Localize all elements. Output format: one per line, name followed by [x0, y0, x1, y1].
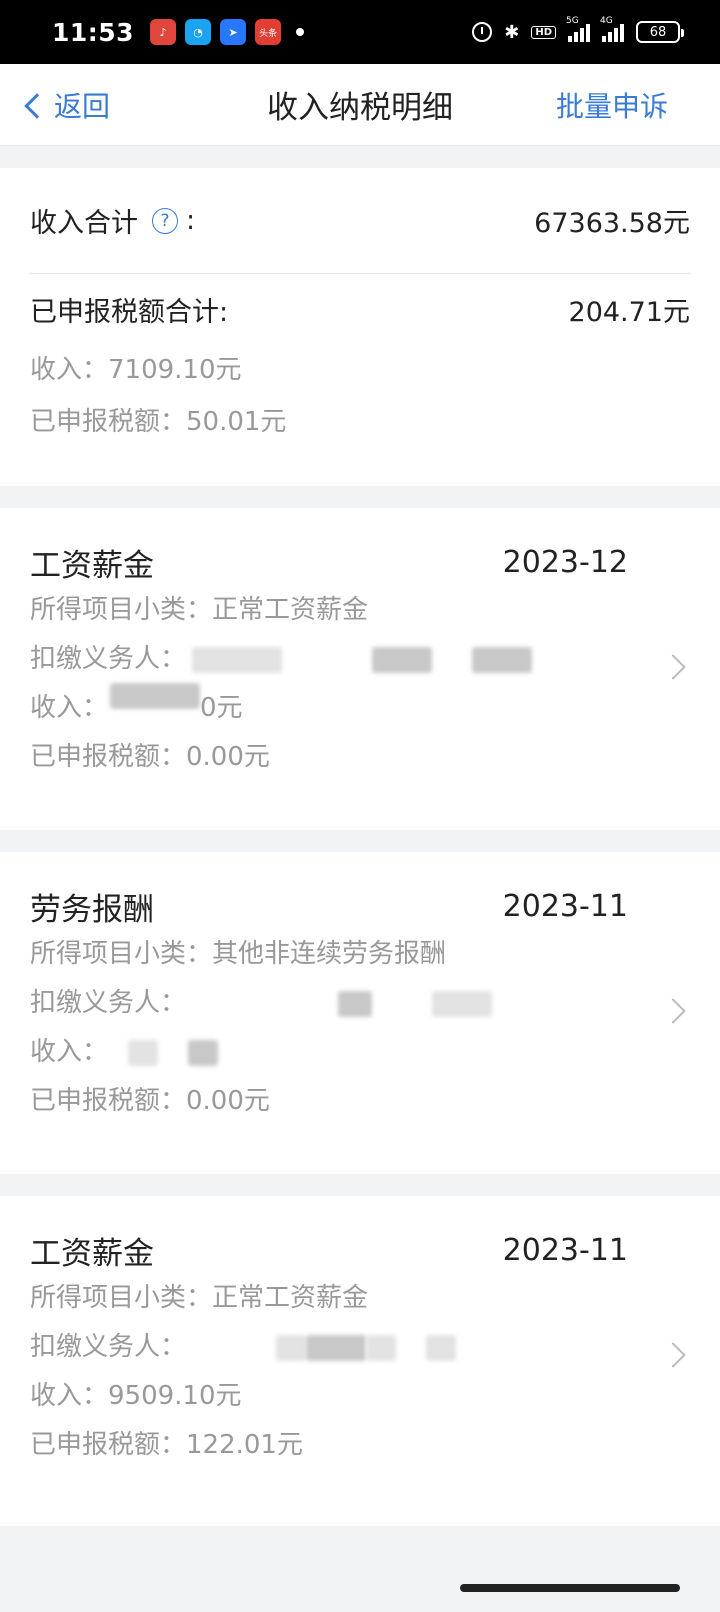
record-type: 工资薪金: [30, 1235, 154, 1272]
colon: :: [186, 205, 196, 236]
redacted-withholder: [192, 646, 283, 673]
record-subcategory: 所得项目小类：其他非连续劳务报酬: [30, 939, 447, 969]
qq-browser-icon: ◔: [185, 19, 212, 45]
home-indicator[interactable]: [460, 1584, 680, 1592]
income-record[interactable]: 工资薪金 2023-11 所得项目小类：正常工资薪金 扣缴义务人： 收入：950…: [0, 1196, 720, 1526]
redacted-income: [110, 682, 201, 709]
redacted-withholder: [306, 1334, 367, 1361]
navigation-bar: 返回 收入纳税明细 批量申诉: [0, 64, 720, 146]
record-income: 收入：: [30, 1028, 690, 1077]
status-time: 11:53: [52, 17, 135, 47]
signal-5g-icon: 5G: [566, 16, 590, 42]
back-label: 返回: [54, 89, 111, 123]
signal-4g-icon: 4G: [600, 16, 624, 42]
redacted-income: [188, 1039, 219, 1066]
redacted-withholder: [472, 646, 533, 673]
record-tax: 已申报税额：0.00元: [30, 1086, 270, 1116]
more-notifications-dot: [296, 28, 305, 36]
record-tax: 已申报税额：122.01元: [30, 1430, 303, 1460]
income-total-value: 67363.58元: [534, 208, 690, 239]
record-tax: 已申报税额：0.00元: [30, 742, 270, 772]
status-bar: 11:53 ♪ ◔ ➤ 头条 ✱ HD 5G 4G 68: [0, 0, 720, 64]
record-income: 收入： 0元: [30, 682, 690, 733]
chevron-left-icon: [24, 92, 50, 119]
income-record[interactable]: 工资薪金 2023-12 所得项目小类：正常工资薪金 扣缴义务人： 收入： 0元…: [0, 508, 720, 830]
income-total-row: 收入合计 ? : 67363.58元: [30, 168, 690, 274]
notification-icons: ♪ ◔ ➤ 头条: [150, 19, 305, 45]
record-date: 2023-11: [502, 1232, 628, 1268]
record-date: 2023-11: [502, 888, 628, 924]
record-date: 2023-12: [502, 544, 628, 580]
redacted-withholder: [276, 1334, 307, 1361]
system-status: ✱ HD 5G 4G 68: [472, 0, 684, 64]
record-withholder: 扣缴义务人：: [30, 979, 690, 1028]
question-icon[interactable]: ?: [152, 207, 178, 234]
record-withholder: 扣缴义务人：: [30, 635, 690, 684]
record-subcategory: 所得项目小类：正常工资薪金: [30, 595, 369, 625]
summary-tax-line: 已申报税额：50.01元: [30, 407, 287, 437]
record-withholder: 扣缴义务人：: [30, 1323, 690, 1372]
tax-total-row: 已申报税额合计: 204.71元: [30, 274, 690, 344]
summary-card: 收入合计 ? : 67363.58元 已申报税额合计: 204.71元 收入：7…: [0, 168, 720, 486]
record-income: 收入：9509.10元: [30, 1381, 242, 1411]
summary-income-line: 收入：7109.10元: [30, 355, 242, 385]
record-type: 劳务报酬: [30, 891, 154, 928]
redacted-income: [128, 1039, 159, 1066]
battery-icon: 68: [636, 21, 684, 43]
record-subcategory: 所得项目小类：正常工资薪金: [30, 1283, 369, 1313]
batch-appeal-button[interactable]: 批量申诉: [556, 85, 668, 125]
income-record[interactable]: 劳务报酬 2023-11 所得项目小类：其他非连续劳务报酬 扣缴义务人： 收入：…: [0, 852, 720, 1174]
redacted-withholder: [372, 646, 433, 673]
toutiao-icon: 头条: [255, 19, 282, 45]
redacted-withholder: [432, 990, 493, 1017]
record-type: 工资薪金: [30, 547, 154, 584]
income-total-label: 收入合计: [30, 208, 138, 239]
bluetooth-icon: ✱: [504, 21, 520, 43]
redacted-withholder: [366, 1334, 397, 1361]
baidu-icon: ➤: [220, 19, 247, 45]
back-button[interactable]: 返回: [24, 85, 111, 125]
tax-total-label: 已申报税额合计:: [30, 296, 229, 328]
redacted-withholder: [338, 990, 373, 1017]
page-title: 收入纳税明细: [267, 90, 453, 126]
music-icon: ♪: [150, 19, 177, 45]
hd-badge: HD: [531, 25, 556, 39]
redacted-withholder: [426, 1334, 457, 1361]
alarm-icon: [472, 22, 493, 42]
tax-total-value: 204.71元: [568, 296, 690, 328]
